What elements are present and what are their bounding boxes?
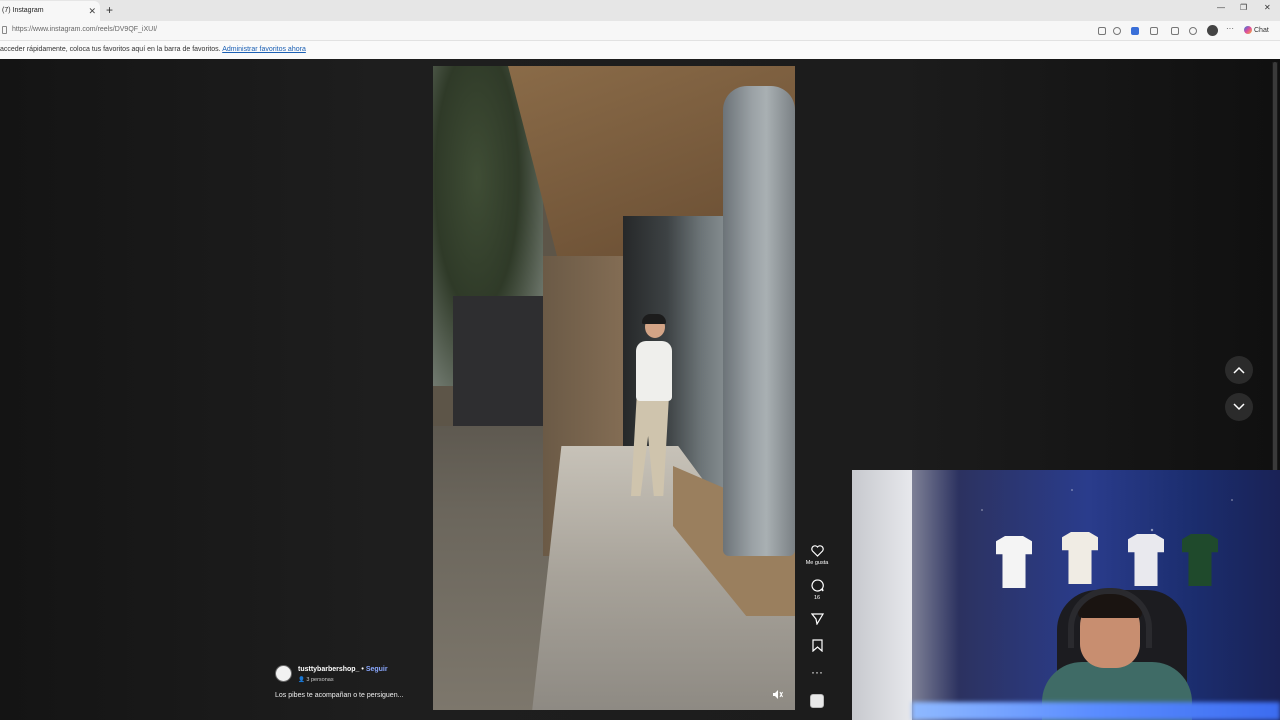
favorites-hint: acceder rápidamente, coloca tus favorito…	[0, 46, 221, 53]
reader-view-icon[interactable]	[1098, 27, 1106, 35]
owner-line: tusttybarbershop_ • Seguir	[298, 666, 388, 673]
reel-video[interactable]	[433, 66, 795, 710]
led-strip	[912, 702, 1280, 720]
new-tab-button[interactable]: +	[106, 3, 113, 17]
close-window-button[interactable]: ✕	[1264, 3, 1271, 12]
send-icon	[802, 613, 832, 628]
comments-count: 16	[813, 595, 821, 601]
copilot-button[interactable]: Chat	[1244, 26, 1269, 34]
like-button[interactable]: Me gusta	[802, 545, 832, 567]
extension-icon[interactable]	[1150, 27, 1158, 35]
owner-username[interactable]: tusttybarbershop_	[298, 666, 359, 673]
profile-avatar[interactable]	[1207, 25, 1218, 36]
chevron-up-icon	[1233, 366, 1245, 374]
round-pillar	[723, 86, 795, 556]
translate-icon[interactable]	[1131, 27, 1139, 35]
tab-instagram[interactable]: (7) Instagram ✕	[0, 1, 100, 21]
more-icon: ···	[811, 665, 823, 679]
split-screen-icon[interactable]	[1171, 27, 1179, 35]
address-bar: https://www.instagram.com/reels/DV9QF_iX…	[0, 21, 1280, 41]
bookmark-icon	[802, 639, 832, 655]
tab-close-icon[interactable]: ✕	[88, 1, 96, 21]
save-button[interactable]	[802, 639, 832, 655]
settings-more-icon[interactable]: ···	[1226, 25, 1234, 35]
person-cap	[642, 314, 666, 324]
follow-button[interactable]: Seguir	[366, 666, 388, 673]
audience-label: 3 personas	[306, 677, 334, 683]
copilot-icon	[1244, 26, 1252, 34]
chevron-down-icon	[1233, 403, 1245, 411]
favorite-star-icon[interactable]	[1113, 27, 1121, 35]
tab-strip: (7) Instagram ✕ + — ❐ ✕	[0, 0, 1280, 21]
url-field[interactable]: https://www.instagram.com/reels/DV9QF_iX…	[12, 26, 157, 33]
comment-button[interactable]: 16	[802, 579, 832, 602]
tab-title: (7) Instagram	[2, 7, 44, 14]
manage-favorites-link[interactable]: Administrar favoritos ahora	[222, 46, 306, 53]
audience-line[interactable]: 👤 3 personas	[298, 677, 334, 683]
restore-button[interactable]: ❐	[1240, 3, 1247, 12]
speaker-icon[interactable]	[773, 690, 785, 700]
more-button[interactable]: ···	[802, 665, 832, 679]
person-shirt	[636, 341, 672, 401]
far-wall	[453, 296, 553, 426]
owner-avatar[interactable]	[275, 665, 292, 682]
share-button[interactable]	[802, 613, 832, 628]
door-frame	[852, 470, 912, 720]
copilot-label: Chat	[1254, 26, 1269, 34]
minimize-button[interactable]: —	[1217, 3, 1225, 12]
heart-icon	[802, 545, 832, 560]
previous-reel-button[interactable]	[1225, 356, 1253, 384]
webcam-overlay	[852, 470, 1280, 720]
audio-thumbnail[interactable]	[810, 694, 824, 708]
reel-caption[interactable]: Los pibes te acompañan o te persiguen...	[275, 692, 403, 699]
favorites-bar: acceder rápidamente, coloca tus favorito…	[0, 41, 1280, 59]
like-label: Me gusta	[805, 560, 829, 566]
comment-icon	[802, 579, 832, 595]
favorites-icon[interactable]	[1189, 27, 1197, 35]
next-reel-button[interactable]	[1225, 393, 1253, 421]
lock-icon[interactable]	[2, 26, 7, 34]
